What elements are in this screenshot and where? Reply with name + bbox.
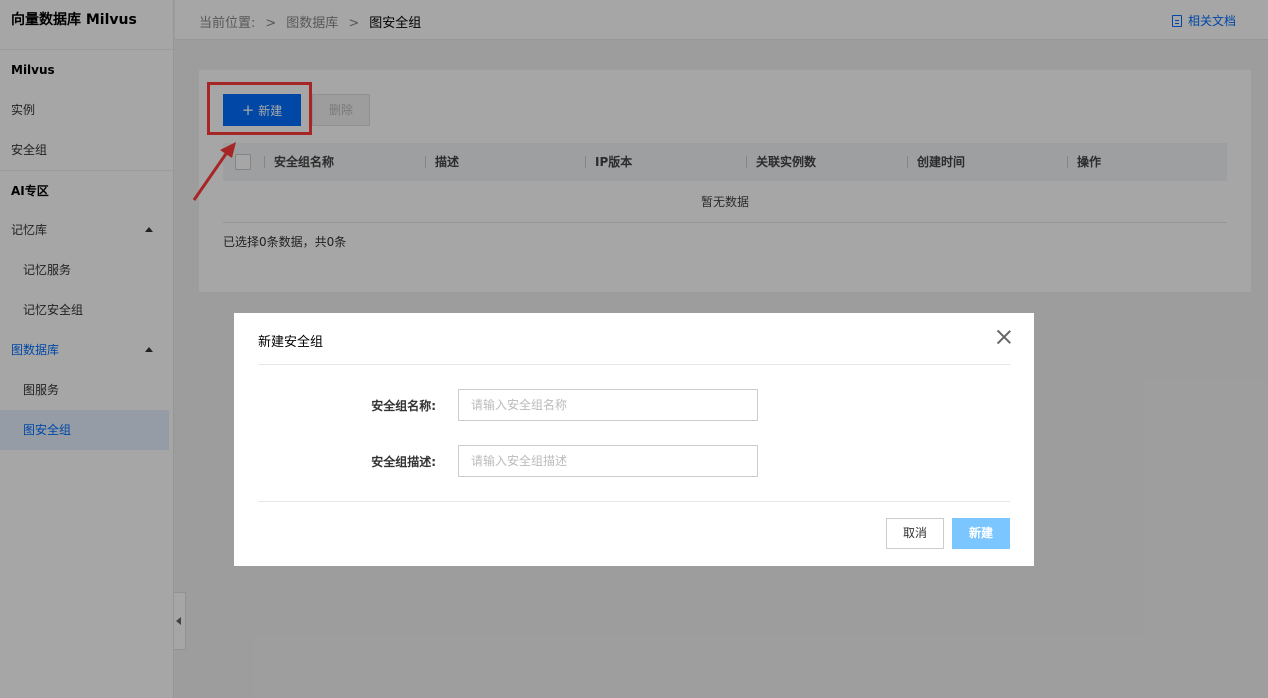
dialog-title: 新建安全组 xyxy=(258,335,324,350)
security-group-name-label: 安全组名称: xyxy=(371,399,436,413)
security-group-name-input[interactable] xyxy=(458,389,758,421)
security-group-description-label: 安全组描述: xyxy=(371,455,436,469)
close-icon[interactable] xyxy=(996,329,1012,345)
new-security-group-dialog: 新建安全组 安全组名称: 安全组描述: 取消 新建 xyxy=(234,313,1034,566)
divider xyxy=(258,501,1010,502)
security-group-description-input[interactable] xyxy=(458,445,758,477)
divider xyxy=(258,364,1010,365)
cancel-button[interactable]: 取消 xyxy=(886,518,944,549)
create-button[interactable]: 新建 xyxy=(952,518,1010,549)
